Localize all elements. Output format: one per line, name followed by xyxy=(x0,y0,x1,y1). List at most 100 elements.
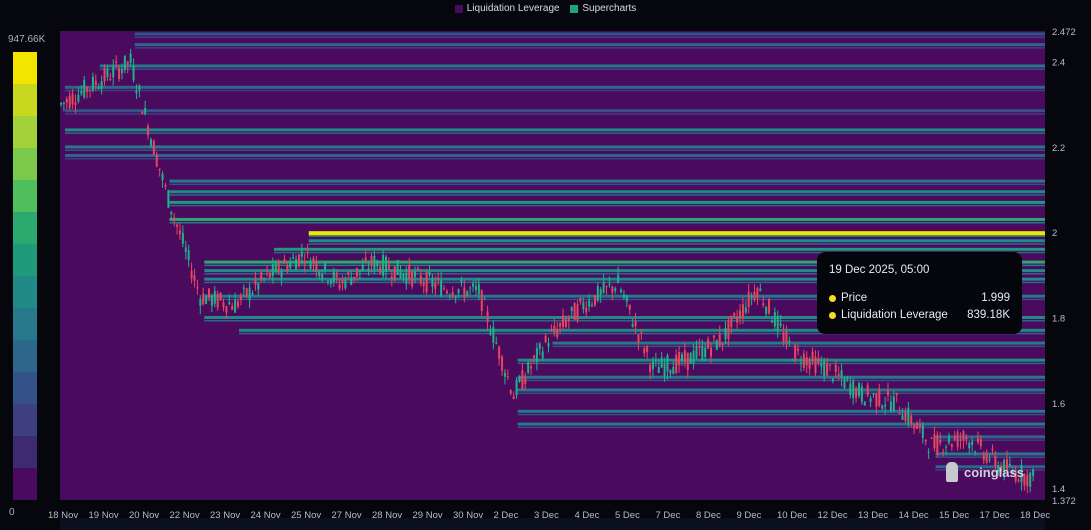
liquidation-band-shadow xyxy=(517,379,1045,382)
candle-body xyxy=(950,444,953,448)
tooltip-price-value: 1.999 xyxy=(981,292,1010,304)
candle-body xyxy=(129,53,132,63)
liquidation-band xyxy=(517,358,1045,362)
candle-body xyxy=(860,386,863,402)
coinglass-logo-icon xyxy=(946,462,958,482)
candle-body xyxy=(219,292,222,300)
candle-body xyxy=(881,405,884,409)
candle-body xyxy=(982,453,985,460)
candle-body xyxy=(390,276,393,279)
candle-body xyxy=(817,358,820,364)
liquidation-band xyxy=(273,247,1045,251)
candle-body xyxy=(1026,474,1029,487)
candle-body xyxy=(651,361,654,370)
candle-body xyxy=(94,80,97,86)
candle-body xyxy=(83,79,86,98)
liquidation-band-shadow xyxy=(65,149,1045,151)
liquidation-band xyxy=(99,64,1046,68)
candle-body xyxy=(181,232,184,244)
candle-body xyxy=(254,278,257,285)
candle-body xyxy=(553,325,556,334)
candle-body xyxy=(875,393,878,407)
liquidation-band xyxy=(935,452,1045,456)
candle-body xyxy=(312,258,315,264)
candle-body xyxy=(930,437,933,439)
candle-body xyxy=(614,288,617,292)
candle-body xyxy=(718,333,721,347)
candle-body xyxy=(744,307,747,313)
y-axis-tick-label: 2.2 xyxy=(1052,143,1065,154)
candle-body xyxy=(306,248,309,251)
candle-body xyxy=(776,315,779,332)
candle-body xyxy=(965,437,968,440)
candle-body xyxy=(457,289,460,294)
candle-body xyxy=(559,323,562,327)
candle-body xyxy=(239,294,242,300)
candle-body xyxy=(115,61,118,63)
liquidation-band xyxy=(169,179,1045,183)
candle-body xyxy=(1032,469,1035,477)
candle-body xyxy=(802,353,805,368)
candle-body xyxy=(492,327,495,343)
candle-body xyxy=(753,291,756,300)
candle-body xyxy=(109,79,112,81)
candle-body xyxy=(739,310,742,319)
candle-body xyxy=(797,348,800,351)
candle-body xyxy=(608,283,611,285)
tooltip: 19 Dec 2025, 05:00 Price 1.999 Liquidatio… xyxy=(817,252,1022,334)
liquidation-band-shadow xyxy=(308,235,1045,237)
candle-body xyxy=(315,261,318,272)
candle-body xyxy=(338,284,341,289)
candle-body xyxy=(472,283,475,287)
candle-body xyxy=(710,347,712,357)
liquidation-band-shadow xyxy=(935,439,1045,441)
candle-body xyxy=(898,413,901,415)
time-navigator[interactable] xyxy=(60,518,1045,530)
candle-body xyxy=(405,272,408,284)
candle-body xyxy=(364,257,367,262)
candle-body xyxy=(962,431,965,441)
candle-body xyxy=(869,398,872,402)
candle-body xyxy=(733,313,736,317)
candle-body xyxy=(207,288,210,299)
candle-body xyxy=(550,330,553,332)
candle-body xyxy=(385,256,387,272)
candle-body xyxy=(248,287,251,301)
candle-body xyxy=(347,272,350,274)
candle-body xyxy=(831,378,834,382)
candle-body xyxy=(210,295,213,306)
candle-body xyxy=(158,168,161,171)
candle-body xyxy=(683,350,686,363)
candle-body xyxy=(445,291,448,294)
candle-body xyxy=(399,270,402,278)
candle-body xyxy=(187,250,190,260)
candle-body xyxy=(178,230,181,235)
candle-body xyxy=(74,102,77,106)
candle-body xyxy=(916,423,919,430)
candle-body xyxy=(355,267,358,277)
candle-body xyxy=(411,271,414,287)
candle-body xyxy=(741,304,744,318)
liquidation-band xyxy=(517,422,1045,426)
candle-body xyxy=(692,350,695,364)
candle-body xyxy=(361,264,364,271)
candle-body xyxy=(979,439,982,447)
liquidation-band xyxy=(169,200,1045,204)
liquidation-band xyxy=(308,231,1045,236)
liquidation-band xyxy=(65,109,1045,113)
candle-body xyxy=(625,295,628,302)
candle-body xyxy=(376,260,379,267)
candle-body xyxy=(1029,472,1032,487)
liquidation-band xyxy=(552,341,1045,345)
candle-body xyxy=(358,269,361,273)
candle-body xyxy=(147,125,150,136)
y-axis-tick-label: 2 xyxy=(1052,228,1057,239)
candle-body xyxy=(448,295,451,297)
candle-body xyxy=(582,302,585,310)
candle-body xyxy=(425,271,428,292)
candle-body xyxy=(477,283,480,295)
candle-body xyxy=(199,298,202,306)
liquidation-band-shadow xyxy=(99,68,1046,70)
liquidation-band-shadow xyxy=(169,204,1045,207)
candle-body xyxy=(852,380,855,399)
